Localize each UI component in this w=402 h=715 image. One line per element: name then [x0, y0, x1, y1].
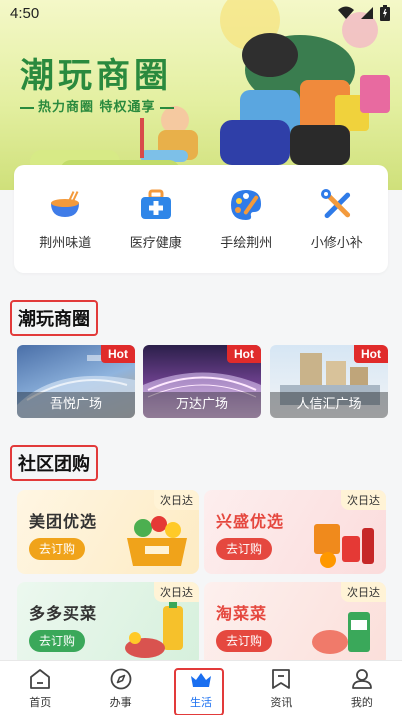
- nav-life[interactable]: 生活: [161, 661, 241, 715]
- subtitle-dash-right: [159, 106, 174, 109]
- next-day-tag: 次日达: [154, 582, 199, 602]
- oil-and-meat-icon: [125, 602, 183, 658]
- bottom-nav: 首页 办事 生活 资讯 我的: [0, 660, 402, 715]
- hot-badge: Hot: [101, 345, 135, 363]
- quick-item-label: 医疗健康: [129, 235, 182, 251]
- quick-item-food[interactable]: 荆州味道: [25, 188, 105, 251]
- order-button[interactable]: 去订购: [29, 538, 86, 560]
- medical-kit-icon: [140, 189, 171, 219]
- hero-title: 潮玩商圈: [20, 56, 172, 96]
- order-button[interactable]: 去订购: [216, 630, 273, 652]
- battery-icon: [380, 5, 390, 21]
- status-time: 4:50: [10, 4, 40, 22]
- wifi-icon: [338, 6, 354, 19]
- person-icon: [351, 668, 372, 689]
- crown-basket-icon: [191, 672, 212, 687]
- status-icons: [338, 5, 390, 21]
- nav-services[interactable]: 办事: [80, 661, 160, 715]
- produce-basket-icon: [127, 516, 187, 566]
- bookmark-icon: [272, 668, 291, 689]
- group-card-meituan[interactable]: 次日达 美团优选 去订购: [17, 490, 199, 574]
- quick-item-drawing[interactable]: 手绘荆州: [206, 188, 286, 251]
- nav-label: 资讯: [270, 695, 293, 709]
- quick-item-medical[interactable]: 医疗健康: [116, 188, 196, 251]
- group-name: 美团优选: [29, 512, 98, 531]
- group-name: 淘菜菜: [216, 604, 268, 623]
- nav-label: 生活: [190, 695, 213, 709]
- group-card-taocaicai[interactable]: 次日达 淘菜菜 去订购: [204, 582, 386, 666]
- fish-and-milk-icon: [312, 612, 370, 654]
- mall-name: 万达广场: [143, 392, 261, 418]
- section-title-malls: 潮玩商圈: [10, 300, 98, 336]
- nav-label: 办事: [109, 695, 132, 709]
- quick-item-label: 荆州味道: [39, 235, 92, 251]
- quick-entries-card: 荆州味道 医疗健康 手绘荆州 小修小补: [14, 165, 388, 273]
- order-button[interactable]: 去订购: [29, 630, 86, 652]
- group-name: 兴盛优选: [216, 512, 285, 531]
- hero-subtitle-text: 热力商圈 特权通享: [38, 100, 156, 115]
- mall-name: 人信汇广场: [270, 392, 388, 418]
- bowl-icon: [51, 190, 80, 217]
- mall-card-wanda[interactable]: Hot 万达广场: [143, 345, 261, 418]
- home-icon: [30, 668, 51, 689]
- hero-banner[interactable]: 潮玩商圈 热力商圈 特权通享: [0, 0, 402, 190]
- group-card-xingsheng[interactable]: 次日达 兴盛优选 去订购: [204, 490, 386, 574]
- nav-profile[interactable]: 我的: [322, 661, 402, 715]
- section-title-group-buy: 社区团购: [10, 445, 98, 481]
- next-day-tag: 次日达: [154, 490, 199, 510]
- grocery-goods-icon: [314, 524, 374, 568]
- next-day-tag: 次日达: [341, 490, 386, 510]
- quick-item-label: 手绘荆州: [220, 235, 273, 251]
- hero-subtitle: 热力商圈 特权通享: [20, 96, 174, 115]
- nav-news[interactable]: 资讯: [241, 661, 321, 715]
- subtitle-dash: [20, 106, 34, 109]
- nav-label: 首页: [29, 695, 52, 709]
- mall-card-wuyue[interactable]: Hot 吾悦广场: [17, 345, 135, 418]
- palette-icon: [231, 189, 262, 220]
- status-bar: 4:50: [0, 0, 402, 26]
- nav-label: 我的: [350, 695, 373, 709]
- quick-item-label: 小修小补: [310, 235, 363, 251]
- group-card-duoduo[interactable]: 次日达 多多买菜 去订购: [17, 582, 199, 666]
- group-name: 多多买菜: [29, 604, 98, 623]
- tools-icon: [320, 188, 350, 218]
- mall-card-renxinhui[interactable]: Hot 人信汇广场: [270, 345, 388, 418]
- compass-icon: [110, 668, 132, 689]
- signal-icon: [361, 7, 373, 19]
- app-screen: 潮玩商圈 热力商圈 特权通享 4:50 荆州味道 医疗健康 手绘荆州 小修小补 …: [0, 0, 402, 715]
- hot-badge: Hot: [354, 345, 388, 363]
- next-day-tag: 次日达: [341, 582, 386, 602]
- nav-home[interactable]: 首页: [0, 661, 80, 715]
- mall-name: 吾悦广场: [17, 392, 135, 418]
- order-button[interactable]: 去订购: [216, 538, 273, 560]
- quick-item-repair[interactable]: 小修小补: [297, 188, 377, 251]
- hot-badge: Hot: [227, 345, 261, 363]
